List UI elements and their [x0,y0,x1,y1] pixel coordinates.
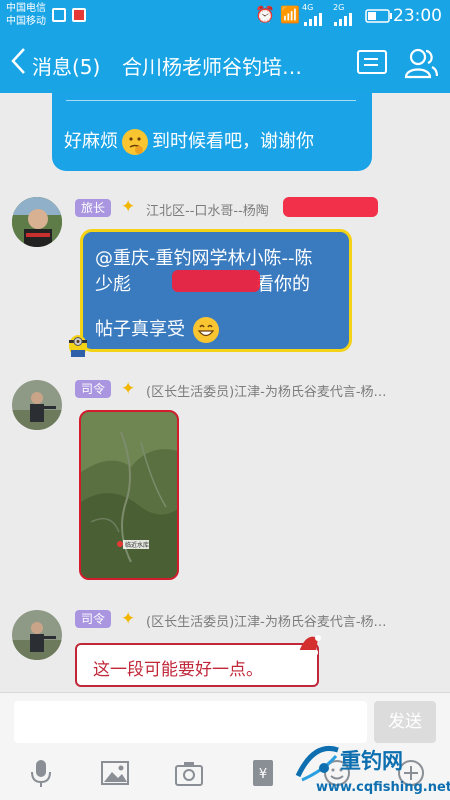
sender-name[interactable]: (区长生活委员)江津-为杨氏谷麦代言-杨… [146,381,441,400]
sender-name-text: 江北区--口水哥--杨陶 [146,204,269,219]
group-profile-icon[interactable] [357,50,387,74]
redaction-mark [172,270,260,292]
minion-decoration-icon [69,335,87,357]
network-2-label: 2G [333,3,345,12]
message-text-before: 好麻烦 [64,131,118,152]
wifi-icon: 📶 [280,5,300,24]
message-line-3-text: 帖子真享受 [95,319,185,340]
star-icon: ✦ [121,609,136,629]
avatar[interactable] [12,197,62,247]
carrier-info: 中国电信 中国移动 [6,2,46,28]
title-bar: 消息(5) 合川杨老师谷钓培… [0,33,450,93]
message-line-3: 帖子真享受 [95,315,223,343]
rank-badge: 旅长 [75,199,112,217]
redaction-mark [283,197,378,217]
watermark-url: www.cqfishing.net [316,780,450,795]
image-icon[interactable] [100,758,130,788]
battery-icon [365,9,392,23]
santa-hat-decoration-icon [298,635,321,655]
sender-name-text: (区长生活委员)江津-为杨氏谷麦代言-杨… [146,385,387,400]
group-members-icon[interactable] [404,47,438,79]
send-button[interactable]: 发送 [374,701,436,743]
signal-icon [304,13,352,26]
message-line-2-end: 看你的 [256,274,310,295]
svg-text:¥: ¥ [259,767,267,782]
rank-badge: 司令 [75,380,112,398]
sender-name-text: (区长生活委员)江津-为杨氏谷麦代言-杨… [146,615,387,630]
carrier-1: 中国电信 [6,3,46,14]
thinking-emoji-icon [122,129,148,155]
avatar[interactable] [12,610,62,660]
watermark-brand: 重钓网 [340,749,403,773]
message-text-after: 到时候看吧，谢谢你 [152,131,314,152]
map-image[interactable]: 临近水库 [79,410,179,580]
message-bubble-own[interactable]: 好麻烦 到时候看吧，谢谢你 [52,93,372,171]
clock: 23:00 [393,6,442,26]
map-pin-label: 临近水库 [125,542,150,549]
network-1-label: 4G [302,3,314,12]
gallery-icon [52,8,66,22]
input-bar: 发送 [0,692,450,751]
chevron-left-icon [11,48,25,74]
message-line-2-start: 少彪 [95,274,131,295]
notification-icon [72,8,86,22]
star-icon: ✦ [121,197,136,217]
rank-badge: 司令 [75,610,112,628]
message-text: 好麻烦 到时候看吧，谢谢你 [64,127,314,155]
back-label: 消息(5) [32,55,101,79]
message-input[interactable] [14,701,367,743]
status-bar: 中国电信 中国移动 ⏰ 📶 4G 2G 23:00 [0,0,450,33]
avatar[interactable] [12,380,62,430]
bubble-divider [66,100,356,101]
alarm-icon: ⏰ [255,5,275,24]
chat-title: 合川杨老师谷钓培… [122,55,302,79]
carrier-2: 中国移动 [6,16,46,27]
smile-emoji-icon [193,317,219,343]
message-bubble[interactable]: 这一段可能要好一点。 [75,643,319,687]
message-text: 这一段可能要好一点。 [93,660,263,680]
microphone-icon[interactable] [26,758,56,788]
sender-name[interactable]: (区长生活委员)江津-为杨氏谷麦代言-杨… [146,611,441,630]
message-line-1: @重庆-重钓网学林小陈--陈 [95,248,313,269]
star-icon: ✦ [121,379,136,399]
red-packet-icon[interactable]: ¥ [248,758,278,788]
camera-icon[interactable] [174,758,204,788]
